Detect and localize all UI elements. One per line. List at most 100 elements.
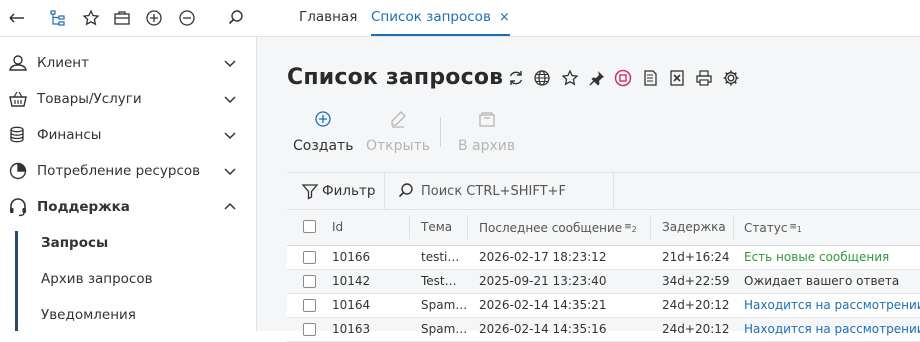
pencil-icon — [388, 109, 408, 129]
row-checkbox[interactable] — [303, 251, 316, 264]
open-button[interactable]: Открыть — [366, 109, 430, 154]
chevron-down-icon — [223, 56, 237, 70]
tab-bar: Главная Список запросов × — [256, 0, 920, 37]
filter-icon — [301, 182, 319, 200]
cell-id: 10163 — [332, 322, 371, 336]
row-checkbox[interactable] — [303, 275, 316, 288]
sidebar-item-goods[interactable]: Товары/Услуги — [0, 81, 256, 117]
sidebar-subitem-label: Запросы — [41, 235, 109, 251]
tab-request-list-label: Список запросов — [371, 9, 491, 25]
archive-icon — [477, 109, 497, 129]
table-row[interactable]: 10166 testi… 2026-02-17 18:23:12 21d+16:… — [287, 246, 920, 270]
cell-last-message: 2026-02-14 14:35:16 — [479, 322, 607, 336]
table-row[interactable]: 10164 Spam… 2026-02-14 14:35:21 24d+20:1… — [287, 294, 920, 318]
search-box — [385, 173, 614, 209]
plus-circle-icon[interactable] — [143, 7, 165, 29]
settings-icon[interactable] — [722, 69, 740, 87]
pin-icon[interactable] — [588, 69, 606, 87]
search-icon — [397, 182, 415, 200]
chevron-down-icon — [223, 164, 237, 178]
briefcase-icon[interactable] — [111, 7, 133, 29]
globe-icon[interactable] — [533, 69, 551, 87]
column-header-last-message-label: Последнее сообщение — [479, 220, 623, 235]
select-all-checkbox[interactable] — [303, 220, 316, 233]
cell-topic: Test… — [421, 274, 457, 288]
column-divider — [733, 215, 734, 239]
document-icon[interactable] — [641, 69, 659, 87]
sidebar-item-finance[interactable]: Финансы — [0, 117, 256, 153]
row-checkbox[interactable] — [303, 323, 316, 336]
sidebar-subitem-requests[interactable]: Запросы — [0, 225, 256, 261]
archive-button[interactable]: В архив — [458, 109, 515, 154]
sidebar-subitem-label: Архив запросов — [41, 271, 153, 287]
filter-bar: Фильтр — [287, 172, 920, 210]
row-checkbox[interactable] — [303, 299, 316, 312]
column-header-status-label: Статус — [744, 220, 788, 235]
top-toolbar — [0, 0, 256, 37]
sidebar-item-label: Клиент — [37, 55, 89, 71]
column-divider — [650, 215, 651, 239]
table-header: Id Тема Последнее сообщение ≡2 Задержка С… — [287, 209, 920, 246]
cell-id: 10164 — [332, 298, 371, 312]
table-row[interactable]: 10142 Test… 2025-09-21 13:23:40 34d+22:5… — [287, 270, 920, 294]
cell-delay: 21d+16:24 — [662, 250, 730, 264]
archive-button-label: В архив — [458, 138, 516, 154]
star-icon[interactable] — [561, 69, 579, 87]
sort-desc-icon: ≡2 — [624, 222, 637, 234]
column-header-last-message[interactable]: Последнее сообщение ≡2 — [479, 209, 636, 248]
cell-delay: 24d+20:12 — [662, 298, 730, 312]
sidebar-item-client[interactable]: Клиент — [0, 45, 256, 81]
sidebar-item-label: Поддержка — [37, 199, 130, 215]
column-header-status[interactable]: Статус ≡1 — [744, 209, 802, 248]
column-header-delay[interactable]: Задержка — [662, 209, 726, 245]
hierarchy-icon[interactable] — [47, 7, 69, 29]
minus-circle-icon[interactable] — [176, 7, 198, 29]
sidebar: Клиент Товары/Услуги Финансы Потребление… — [0, 37, 257, 331]
sidebar-subitem-notifications[interactable]: Уведомления — [0, 297, 256, 333]
print-icon[interactable] — [695, 69, 713, 87]
chevron-up-icon — [223, 200, 237, 214]
tab-home-label: Главная — [299, 9, 358, 25]
create-button[interactable]: Создать — [293, 109, 353, 154]
tab-request-list[interactable]: Список запросов × — [371, 0, 510, 36]
plus-circle-icon — [313, 109, 333, 129]
stop-icon[interactable] — [614, 69, 632, 87]
cell-delay: 24d+20:12 — [662, 322, 730, 336]
sort-order-index: 1 — [796, 224, 802, 234]
cell-status: Находится на рассмотрении — [744, 298, 920, 312]
sidebar-subitem-label: Уведомления — [41, 307, 136, 323]
cell-status: Ожидает вашего ответа — [744, 274, 900, 288]
sidebar-item-label: Финансы — [37, 127, 102, 143]
sort-asc-icon: ≡1 — [789, 222, 802, 234]
column-header-topic[interactable]: Тема — [421, 209, 452, 245]
tab-home[interactable]: Главная — [299, 0, 357, 36]
excel-icon[interactable] — [668, 69, 686, 87]
sidebar-item-support[interactable]: Поддержка — [0, 189, 256, 225]
open-button-label: Открыть — [366, 138, 430, 154]
user-icon — [7, 52, 29, 74]
cell-status: Находится на рассмотрении — [744, 322, 920, 336]
basket-icon — [7, 88, 29, 110]
table-row[interactable]: 10163 Spam… 2026-02-14 14:35:16 24d+20:1… — [287, 318, 920, 342]
back-arrow-icon[interactable] — [6, 7, 28, 29]
refresh-icon[interactable] — [507, 69, 525, 87]
cell-id: 10142 — [332, 274, 371, 288]
sidebar-item-resources[interactable]: Потребление ресурсов — [0, 153, 256, 189]
cell-topic: testi… — [421, 250, 460, 264]
filter-button[interactable]: Фильтр — [287, 173, 382, 209]
star-icon[interactable] — [80, 7, 102, 29]
sort-order-index: 2 — [631, 224, 637, 234]
sidebar-item-label: Товары/Услуги — [37, 91, 142, 107]
pie-chart-icon — [7, 160, 29, 182]
column-divider — [409, 215, 410, 239]
search-icon[interactable] — [225, 7, 247, 29]
cell-last-message: 2026-02-17 18:23:12 — [479, 250, 607, 264]
filter-label: Фильтр — [322, 183, 376, 199]
search-input[interactable] — [421, 179, 607, 203]
sidebar-item-label: Потребление ресурсов — [37, 163, 201, 179]
cell-topic: Spam… — [421, 322, 468, 336]
tab-close-icon[interactable]: × — [499, 10, 510, 25]
column-header-id[interactable]: Id — [332, 209, 343, 245]
chevron-down-icon — [223, 92, 237, 106]
sidebar-subitem-archive[interactable]: Архив запросов — [0, 261, 256, 297]
